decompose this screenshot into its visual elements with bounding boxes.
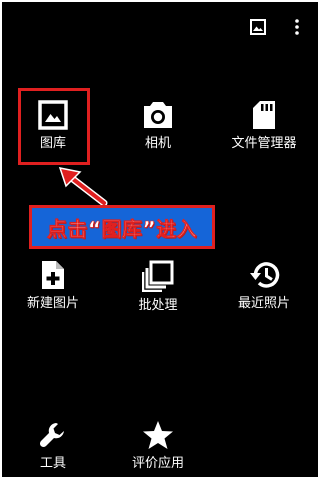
camera-tile[interactable]: 相机 [108,100,208,152]
stacked-squares-icon [142,260,174,292]
camera-label: 相机 [144,136,171,151]
rate-app-tile[interactable]: 评价应用 [108,420,208,472]
batch-label: 批处理 [138,298,178,313]
gallery-shortcut-icon[interactable] [247,16,269,38]
instruction-callout: 点击“图库”进入 [29,205,215,249]
file-manager-tile[interactable]: 文件管理器 [214,100,314,152]
new-image-label: 新建图片 [26,296,79,311]
more-options-icon[interactable] [286,16,308,38]
tools-label: 工具 [39,456,66,471]
new-file-icon [42,261,64,289]
red-arrow-icon [58,167,108,207]
file-manager-label: 文件管理器 [231,136,297,151]
recent-photos-tile[interactable]: 最近照片 [214,260,314,312]
sd-card-icon [253,101,275,129]
new-image-tile[interactable]: 新建图片 [3,260,103,312]
batch-tile[interactable]: 批处理 [108,260,208,314]
recent-photos-label: 最近照片 [237,296,290,311]
gallery-highlight-box [18,88,90,165]
rate-app-label: 评价应用 [131,456,184,471]
tools-tile[interactable]: 工具 [3,420,103,472]
star-icon [143,421,173,449]
wrench-icon [39,423,64,448]
history-icon [250,262,280,288]
app-screen: 图库 相机 文件管理器 新建图片 批处理 最近照片 工具 评价应用 点击“图库”… [2,2,318,477]
camera-icon [144,102,172,128]
